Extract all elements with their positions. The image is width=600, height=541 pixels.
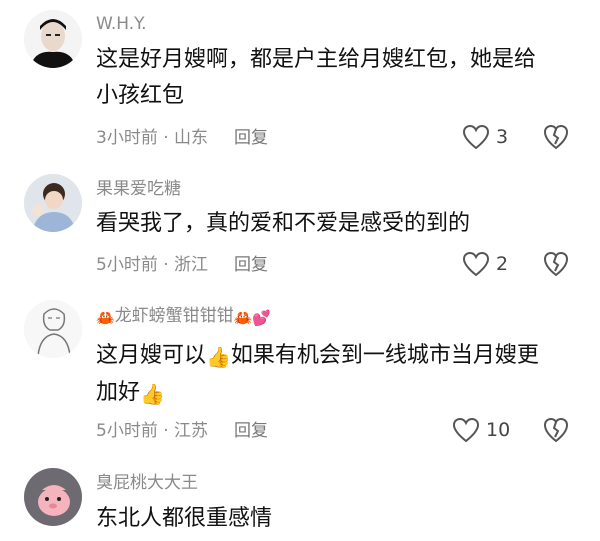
broken-heart-icon: [543, 417, 569, 443]
username[interactable]: 🦀龙虾螃蟹钳钳钳🦀💕: [96, 305, 271, 329]
username[interactable]: 臭屁桃大大王: [96, 472, 198, 494]
reply-button[interactable]: 回复: [234, 128, 268, 148]
like-button[interactable]: 10: [452, 417, 510, 443]
comment-text: 东北人都很重感情: [96, 501, 576, 537]
meta-separator: ·: [157, 421, 175, 441]
reply-button[interactable]: 回复: [234, 421, 268, 441]
timestamp: 3小时前: [96, 128, 158, 148]
broken-heart-icon: [543, 251, 569, 277]
username[interactable]: 果果爱吃糖: [96, 178, 181, 200]
location: 山东: [174, 128, 209, 148]
comment-text-line: 小孩红包: [96, 83, 185, 108]
broken-heart-icon: [543, 124, 569, 150]
comment-text: 看哭我了，真的爱和不爱是感受的到的: [96, 206, 576, 242]
like-count: 3: [496, 126, 509, 148]
comment-text: 这月嫂可以👍如果有机会到一线城市当月嫂更 加好👍: [96, 338, 576, 412]
dislike-button[interactable]: [543, 251, 569, 277]
timestamp: 5小时前: [96, 421, 158, 441]
comment-meta: 3小时前 · 山东 回复: [96, 127, 268, 149]
comment-text-segment: 如果有机会到一线城市当月嫂更: [230, 343, 539, 368]
heart-outline-icon: [462, 124, 490, 150]
comment-text-segment: 加好: [96, 380, 141, 405]
meta-separator: ·: [157, 255, 175, 275]
like-button[interactable]: 2: [462, 251, 508, 277]
like-button[interactable]: 3: [462, 124, 508, 150]
heart-outline-icon: [452, 417, 480, 443]
comment-text-line: 这月嫂可以👍如果有机会到一线城市当月嫂更: [96, 338, 576, 375]
comment-text-segment: 这月嫂可以: [96, 343, 207, 368]
comment-text-line: 这是好月嫂啊，都是户主给月嫂红包，她是给: [96, 47, 537, 72]
dislike-button[interactable]: [543, 124, 569, 150]
timestamp: 5小时前: [96, 255, 158, 275]
comment-meta: 5小时前 · 浙江 回复: [96, 254, 268, 276]
like-count: 10: [486, 419, 511, 441]
reply-button[interactable]: 回复: [234, 255, 268, 275]
comment-text: 这是好月嫂啊，都是户主给月嫂红包，她是给 小孩红包: [96, 42, 576, 114]
username[interactable]: W.H.Y.: [96, 13, 147, 35]
avatar[interactable]: [24, 174, 82, 232]
heart-outline-icon: [462, 251, 490, 277]
comment-text-line: 看哭我了，真的爱和不爱是感受的到的: [96, 211, 471, 236]
username-emoji: 🦀💕: [233, 309, 272, 327]
avatar[interactable]: [24, 10, 82, 68]
username-text: 龙虾螃蟹钳钳钳: [114, 306, 234, 326]
comment-text-line: 东北人都很重感情: [96, 506, 273, 531]
comment-meta: 5小时前 · 江苏 回复: [96, 420, 268, 442]
thumbs-up-emoji: 👍: [206, 345, 231, 369]
location: 浙江: [174, 255, 209, 275]
dislike-button[interactable]: [543, 417, 569, 443]
avatar[interactable]: [24, 300, 82, 358]
avatar[interactable]: [24, 468, 82, 526]
meta-separator: ·: [157, 128, 175, 148]
comment-text-line: 加好👍: [96, 375, 576, 412]
like-count: 2: [496, 253, 509, 275]
thumbs-up-emoji: 👍: [140, 382, 165, 406]
crab-emoji: 🦀: [96, 309, 115, 327]
location: 江苏: [174, 421, 209, 441]
